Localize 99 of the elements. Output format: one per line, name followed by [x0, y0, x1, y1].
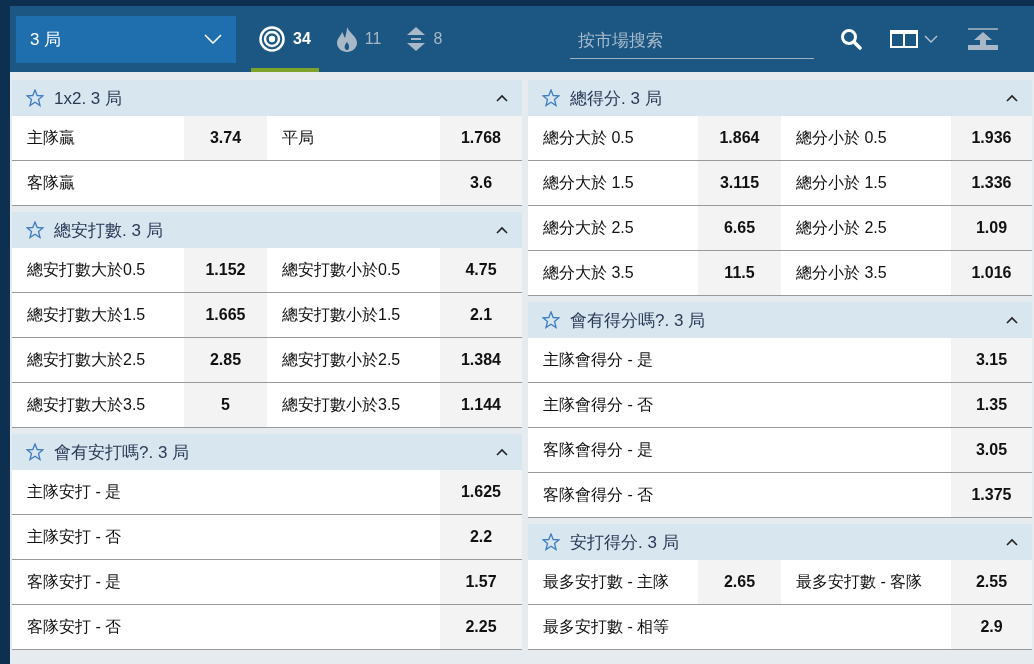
outcome-label: 主隊會得分 - 否	[542, 394, 655, 415]
odds-button[interactable]: 2.65	[698, 560, 781, 604]
odds-button[interactable]: 1.768	[440, 116, 522, 160]
star-icon[interactable]	[26, 443, 44, 461]
outcome-label: 平局	[281, 127, 315, 148]
odds-button[interactable]: 2.85	[184, 338, 267, 382]
outcome-label: 總安打數大於2.5	[26, 349, 147, 370]
outcome-label: 總分大於 0.5	[542, 127, 635, 148]
flame-icon	[336, 26, 357, 52]
market-title: 會有安打嗎?. 3 局	[54, 441, 191, 464]
star-icon[interactable]	[542, 311, 560, 329]
outcome-label: 客隊安打 - 是	[26, 571, 123, 592]
caret-up-icon[interactable]	[496, 94, 508, 102]
outcome-label: 最多安打數 - 客隊	[795, 571, 924, 592]
outcome-label: 客隊會得分 - 是	[542, 439, 655, 460]
outcome-label: 主隊會得分 - 是	[542, 349, 655, 370]
outcome-label: 總分小於 3.5	[795, 262, 888, 283]
caret-up-icon[interactable]	[1006, 316, 1018, 324]
star-icon[interactable]	[26, 89, 44, 107]
odds-button[interactable]: 1.35	[951, 383, 1032, 427]
outcome-label: 總安打數大於3.5	[26, 394, 147, 415]
market-title: 1x2. 3 局	[54, 87, 124, 110]
outcome-label: 總安打數小於1.5	[281, 304, 402, 325]
outcome-label: 客隊會得分 - 否	[542, 484, 655, 505]
odds-button[interactable]: 1.665	[184, 293, 267, 337]
odds-button[interactable]: 3.6	[440, 161, 522, 205]
search-field[interactable]: 按市場搜索	[570, 23, 815, 59]
odds-button[interactable]: 2.1	[440, 293, 522, 337]
outcome-label: 總安打數大於1.5	[26, 304, 147, 325]
market-header[interactable]: 安打得分. 3 局	[528, 524, 1032, 560]
caret-up-icon[interactable]	[1006, 538, 1018, 546]
odds-button[interactable]: 2.2	[440, 515, 522, 559]
star-icon[interactable]	[26, 221, 44, 239]
filter-tab[interactable]: 11	[328, 6, 390, 72]
upload-icon	[968, 28, 999, 50]
outcome-label: 主隊安打 - 是	[26, 481, 123, 502]
outcome-label: 總安打數小於2.5	[281, 349, 402, 370]
outcome-label: 總分大於 3.5	[542, 262, 635, 283]
odds-button[interactable]: 6.65	[698, 206, 781, 250]
filter-tab[interactable]: 8	[399, 6, 451, 72]
outcome-label: 客隊安打 - 否	[26, 616, 123, 637]
odds-button[interactable]: 2.25	[440, 605, 522, 649]
layout-toggle[interactable]	[890, 29, 939, 49]
outcome-label: 主隊贏	[26, 127, 76, 148]
odds-button[interactable]: 3.115	[698, 161, 781, 205]
odds-button[interactable]: 2.55	[951, 560, 1032, 604]
outcome-label: 總分小於 0.5	[795, 127, 888, 148]
market-header[interactable]: 1x2. 3 局	[12, 80, 522, 116]
market-title: 總得分. 3 局	[570, 87, 663, 110]
odds-button[interactable]: 1.09	[951, 206, 1032, 250]
odds-button[interactable]: 1.864	[698, 116, 781, 160]
odds-button[interactable]: 3.74	[184, 116, 267, 160]
target-icon	[259, 26, 285, 52]
search-button[interactable]	[840, 28, 863, 50]
odds-button[interactable]: 1.375	[951, 473, 1032, 517]
up-down-icon	[407, 27, 426, 51]
market-title: 安打得分. 3 局	[570, 531, 680, 554]
odds-button[interactable]: 3.15	[951, 338, 1032, 382]
outcome-label: 總分小於 2.5	[795, 217, 888, 238]
odds-button[interactable]: 1.936	[951, 116, 1032, 160]
caret-up-icon[interactable]	[496, 226, 508, 234]
outcome-label: 總安打數大於0.5	[26, 259, 147, 280]
outcome-label: 客隊贏	[26, 172, 76, 193]
outcome-label: 最多安打數 - 主隊	[542, 571, 671, 592]
search-icon	[840, 28, 863, 50]
outcome-label: 總安打數小於3.5	[281, 394, 402, 415]
odds-button[interactable]: 2.9	[951, 605, 1032, 649]
odds-button[interactable]: 4.75	[440, 248, 522, 292]
odds-button[interactable]: 3.05	[951, 428, 1032, 472]
outcome-label: 總安打數小於0.5	[281, 259, 402, 280]
odds-button[interactable]: 1.144	[440, 383, 522, 427]
star-icon[interactable]	[542, 533, 560, 551]
odds-button[interactable]: 1.384	[440, 338, 522, 382]
period-dropdown[interactable]: 3 局	[16, 15, 236, 63]
two-columns-icon	[890, 29, 919, 49]
star-icon[interactable]	[542, 89, 560, 107]
chevron-down-icon	[204, 34, 222, 44]
outcome-label: 主隊安打 - 否	[26, 526, 123, 547]
outcome-label: 總分小於 1.5	[795, 172, 888, 193]
outcome-label: 總分大於 2.5	[542, 217, 635, 238]
market-title: 總安打數. 3 局	[54, 219, 164, 242]
scroll-top-button[interactable]	[968, 28, 999, 50]
odds-button[interactable]: 11.5	[698, 251, 781, 295]
outcome-label: 最多安打數 - 相等	[542, 616, 671, 637]
odds-button[interactable]: 1.336	[951, 161, 1032, 205]
odds-button[interactable]: 1.625	[440, 470, 522, 514]
market-header[interactable]: 總安打數. 3 局	[12, 212, 522, 248]
odds-button[interactable]: 1.152	[184, 248, 267, 292]
caret-up-icon[interactable]	[1006, 94, 1018, 102]
market-header[interactable]: 總得分. 3 局	[528, 80, 1032, 116]
caret-up-icon[interactable]	[496, 448, 508, 456]
market-header[interactable]: 會有安打嗎?. 3 局	[12, 434, 522, 470]
odds-button[interactable]: 5	[184, 383, 267, 427]
market-header[interactable]: 會有得分嗎?. 3 局	[528, 302, 1032, 338]
market-title: 會有得分嗎?. 3 局	[570, 309, 707, 332]
odds-button[interactable]: 1.016	[951, 251, 1032, 295]
odds-button[interactable]: 1.57	[440, 560, 522, 604]
outcome-label: 總分大於 1.5	[542, 172, 635, 193]
chevron-down-icon	[924, 35, 939, 43]
